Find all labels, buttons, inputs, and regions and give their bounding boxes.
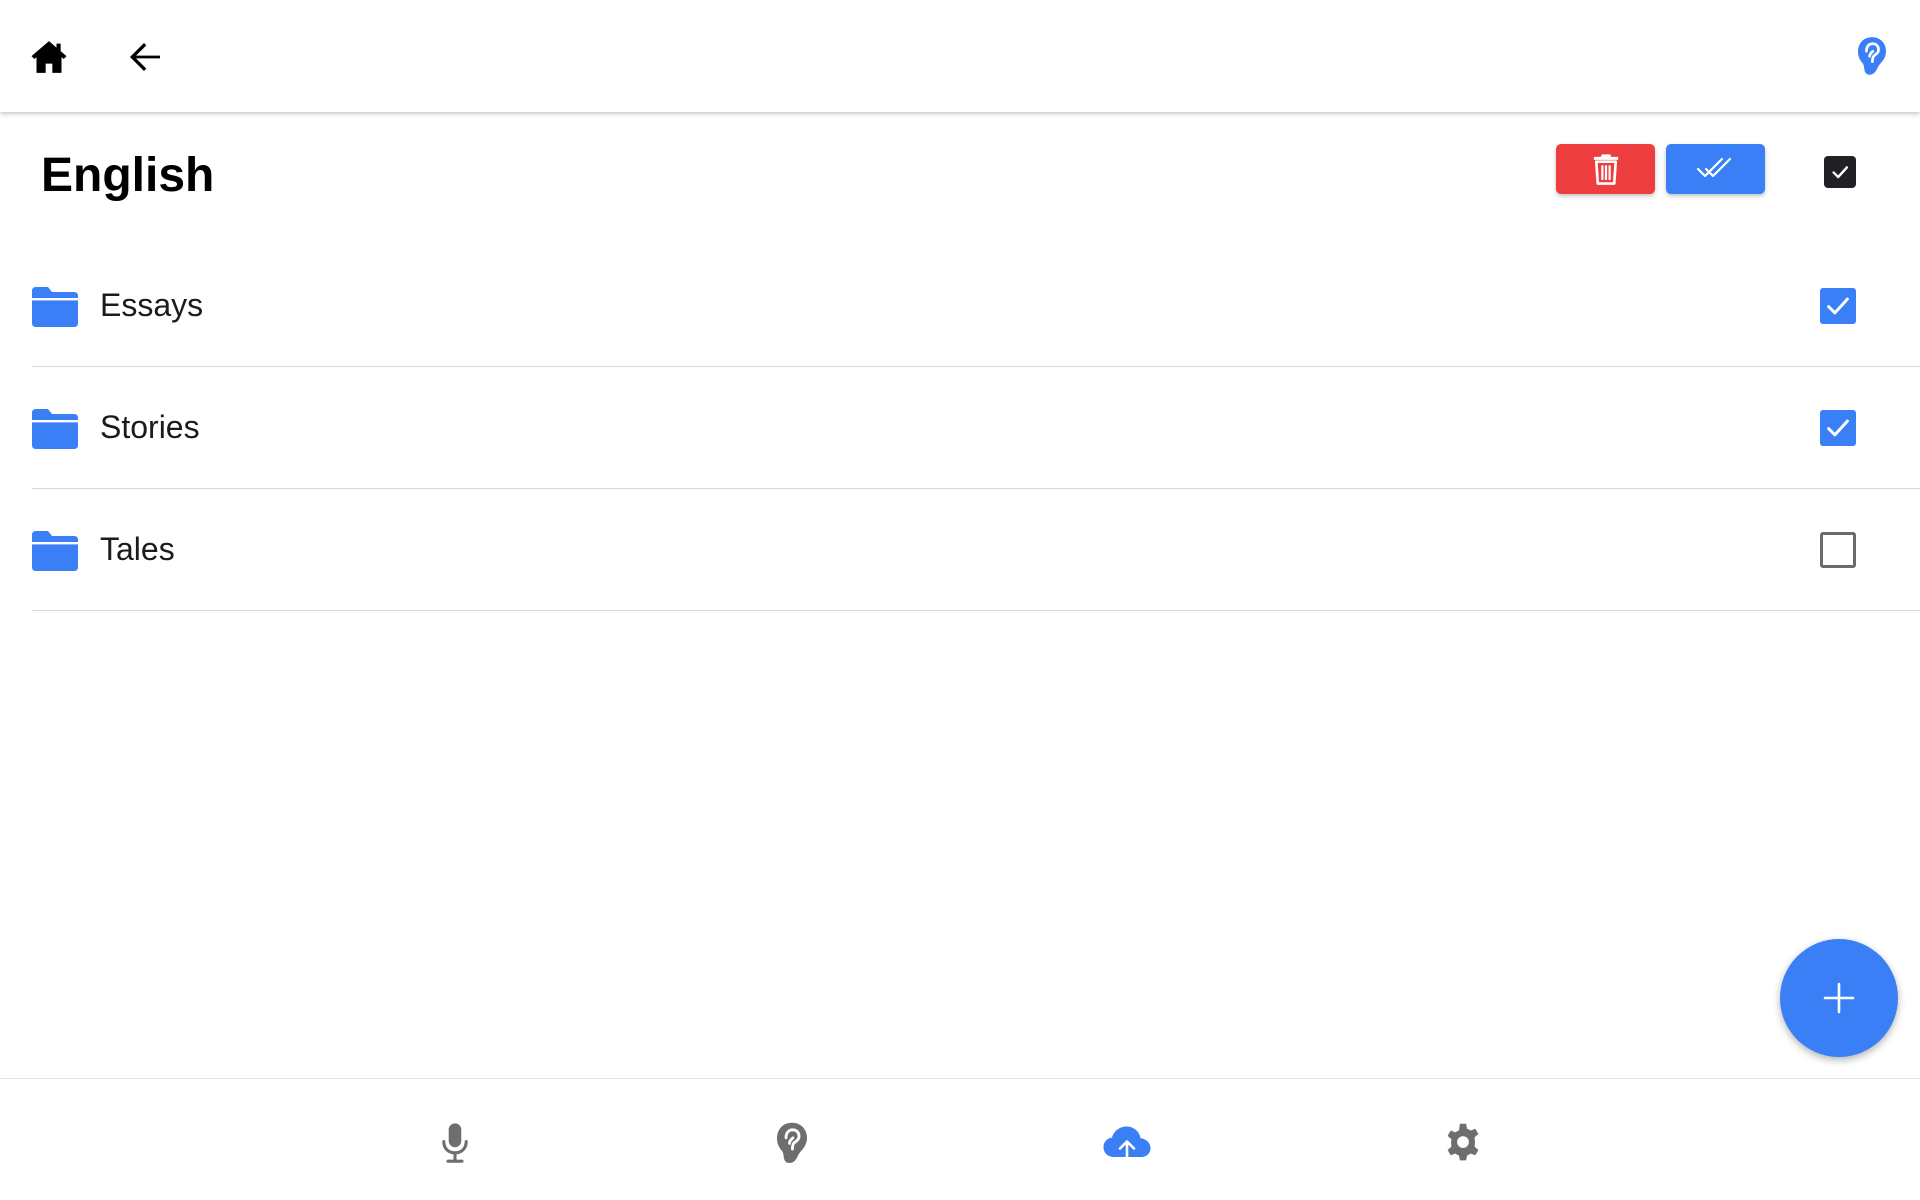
folder-label: Tales bbox=[100, 531, 175, 567]
home-button[interactable] bbox=[24, 32, 74, 82]
delete-button[interactable] bbox=[1556, 144, 1655, 194]
gear-icon bbox=[1447, 1123, 1479, 1161]
folder-icon bbox=[32, 287, 78, 327]
plus-icon bbox=[1823, 982, 1855, 1014]
check-icon bbox=[1827, 297, 1849, 315]
arrow-back-icon bbox=[130, 43, 160, 71]
ear-icon bbox=[1858, 37, 1886, 75]
bottom-navigation bbox=[0, 1078, 1920, 1200]
add-button[interactable] bbox=[1780, 939, 1898, 1057]
nav-upload-button[interactable] bbox=[1099, 1115, 1155, 1171]
folder-icon bbox=[32, 409, 78, 449]
nav-listen-button[interactable] bbox=[764, 1115, 820, 1171]
top-app-bar bbox=[0, 0, 1920, 112]
back-button[interactable] bbox=[120, 32, 170, 82]
nav-record-button[interactable] bbox=[427, 1115, 483, 1171]
row-checkbox[interactable] bbox=[1820, 410, 1856, 446]
folder-label: Stories bbox=[100, 409, 200, 445]
double-check-icon bbox=[1696, 157, 1731, 178]
folder-icon bbox=[32, 531, 78, 571]
listen-button[interactable] bbox=[1846, 30, 1898, 82]
row-checkbox[interactable] bbox=[1820, 288, 1856, 324]
check-icon bbox=[1832, 166, 1849, 179]
trash-icon bbox=[1593, 154, 1618, 185]
list-item[interactable]: Essays bbox=[32, 245, 1920, 367]
select-all-checkbox[interactable] bbox=[1824, 156, 1856, 188]
folder-list: Essays Stories Tales bbox=[32, 245, 1920, 611]
cloud-upload-icon bbox=[1103, 1126, 1151, 1163]
row-checkbox[interactable] bbox=[1820, 532, 1856, 568]
list-item[interactable]: Tales bbox=[32, 489, 1920, 611]
check-icon bbox=[1827, 419, 1849, 437]
home-icon bbox=[31, 41, 67, 73]
folder-label: Essays bbox=[100, 287, 204, 323]
ear-icon bbox=[777, 1122, 807, 1164]
microphone-icon bbox=[442, 1123, 468, 1163]
mark-all-button[interactable] bbox=[1666, 144, 1765, 194]
page-title: English bbox=[41, 149, 215, 202]
list-item[interactable]: Stories bbox=[32, 367, 1920, 489]
nav-settings-button[interactable] bbox=[1435, 1115, 1491, 1171]
